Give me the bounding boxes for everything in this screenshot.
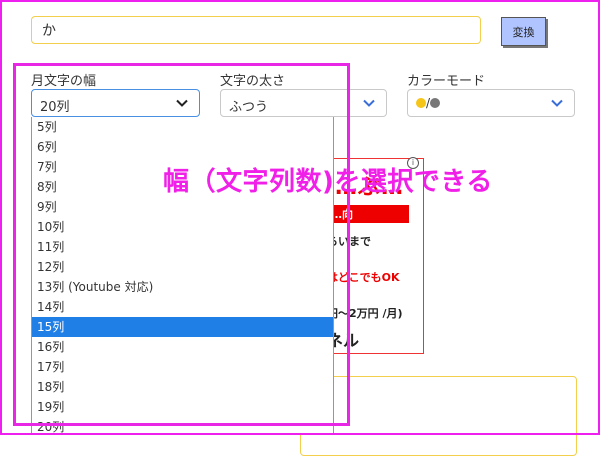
ad-banner-bar: …向: [321, 205, 409, 223]
width-option[interactable]: 13列 (Youtube 対応): [32, 277, 333, 297]
convert-button[interactable]: 変換: [501, 17, 546, 46]
weight-select[interactable]: ふつう: [220, 89, 387, 117]
width-select-value: 20列: [40, 100, 70, 115]
color-select[interactable]: /: [407, 89, 575, 117]
annotation-text: 幅（文字列数)を選択できる: [163, 167, 493, 197]
width-option[interactable]: 17列: [32, 357, 333, 377]
color-swatch-yellow: [416, 98, 426, 108]
width-option[interactable]: 15列: [32, 317, 333, 337]
width-select-label: 月文字の幅: [31, 74, 97, 89]
width-select[interactable]: 20列: [31, 89, 200, 117]
chevron-down-icon: [551, 99, 563, 107]
width-option[interactable]: 6列: [32, 137, 333, 157]
width-option[interactable]: 16列: [32, 337, 333, 357]
color-select-label: カラーモード: [407, 74, 486, 89]
ad-line-3: 円～2万円 /月): [327, 307, 403, 320]
chevron-down-icon: [176, 99, 188, 107]
ad-line-2: はどこでもOK: [327, 271, 400, 284]
width-option[interactable]: 18列: [32, 377, 333, 397]
width-option[interactable]: 19列: [32, 397, 333, 417]
color-swatch-gray: [430, 98, 441, 108]
width-option[interactable]: 12列: [32, 257, 333, 277]
text-input[interactable]: [31, 16, 481, 44]
width-option[interactable]: 11列: [32, 237, 333, 257]
width-option[interactable]: 14列: [32, 297, 333, 317]
chevron-down-icon: [363, 99, 375, 107]
weight-select-value: ふつう: [229, 100, 269, 115]
width-option[interactable]: 5列: [32, 117, 333, 137]
width-option[interactable]: 10列: [32, 217, 333, 237]
weight-select-label: 文字の太さ: [220, 74, 286, 89]
width-option[interactable]: 9列: [32, 197, 333, 217]
width-option[interactable]: 20列: [32, 417, 333, 434]
ad-bar-text: …向: [331, 208, 353, 221]
output-textarea[interactable]: [300, 376, 577, 456]
